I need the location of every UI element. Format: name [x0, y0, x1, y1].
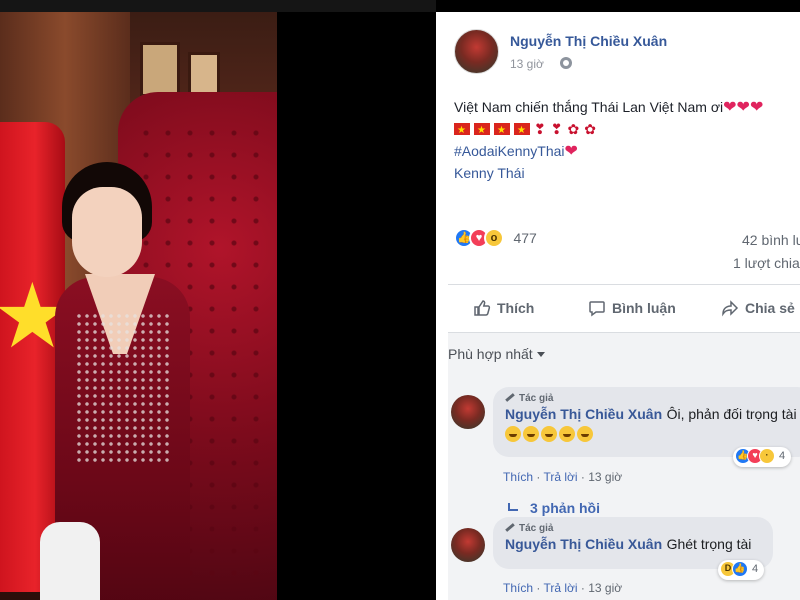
author-badge-label: Tác giả	[519, 393, 554, 404]
comment-list: Tác giả Nguyễn Thị Chiều Xuân Ôi, phản đ…	[448, 383, 800, 600]
thumbs-up-icon	[474, 300, 491, 316]
comment-reply-link[interactable]: Trả lời	[543, 470, 577, 484]
vietnam-flag-icon	[474, 120, 490, 142]
comment-meta: Thích · Trả lời · 13 giờ	[503, 581, 623, 595]
comment-time[interactable]: 13 giờ	[588, 470, 622, 484]
wow-reaction-icon: o	[484, 228, 504, 248]
crying-laughing-emoji-icon	[523, 426, 539, 442]
like-reaction-icon: 👍	[732, 561, 748, 577]
author-badge-label: Tác giả	[519, 523, 554, 534]
post-photo[interactable]: ★	[0, 0, 436, 600]
crying-laughing-emoji-icon	[505, 426, 521, 442]
view-replies-link[interactable]: 3 phản hồi	[508, 500, 600, 516]
comment-button[interactable]: Bình luận	[588, 287, 676, 329]
balloon-heart-icon: ❣	[550, 121, 563, 137]
like-button-label: Thích	[497, 300, 535, 316]
comment-avatar[interactable]	[451, 528, 485, 562]
replies-label: 3 phản hồi	[530, 500, 600, 516]
comment-text: Ôi, phản đối trọng tài	[666, 406, 797, 422]
comment-count[interactable]: 42 bình luận	[742, 232, 800, 248]
divider	[448, 284, 800, 285]
comment-text: Ghét trọng tài	[666, 536, 752, 552]
crying-laughing-emoji-icon	[541, 426, 557, 442]
emoji-line: ❣❣✿✿	[454, 118, 800, 142]
post-text: Việt Nam chiến thắng Thái Lan Việt Nam ơ…	[454, 96, 800, 184]
comment-like-link[interactable]: Thích	[503, 470, 533, 484]
heart-emoji-icon: ❤	[723, 99, 737, 116]
crying-laughing-emoji-icon	[577, 426, 593, 442]
comment-author[interactable]: Nguyễn Thị Chiều Xuân	[505, 406, 662, 422]
crying-laughing-emoji-icon	[559, 426, 575, 442]
comment-button-label: Bình luận	[612, 300, 676, 316]
sort-label: Phù hợp nhất	[448, 346, 533, 362]
share-count[interactable]: 1 lượt chia sẻ	[733, 255, 800, 271]
heart-emoji-icon: ❤	[564, 143, 578, 160]
comment-icon	[589, 301, 605, 317]
comment-reactions[interactable]: 👍 ♥ · 4	[733, 447, 792, 467]
reaction-count[interactable]: 477	[513, 230, 536, 246]
sad-reaction-icon: ·	[759, 448, 775, 464]
author-badge: Tác giả	[505, 393, 800, 404]
balloon-heart-icon: ❣	[534, 121, 546, 137]
comment-reaction-count: 4	[752, 563, 759, 575]
comment-meta: Thích · Trả lời · 13 giờ	[503, 470, 623, 484]
comment-like-link[interactable]: Thích	[503, 581, 533, 595]
comment-time[interactable]: 13 giờ	[588, 581, 622, 595]
comment-reactions[interactable]: D 👍 4	[718, 560, 765, 580]
pen-icon	[505, 393, 515, 402]
comment-author[interactable]: Nguyễn Thị Chiều Xuân	[505, 536, 662, 552]
hashtag-link[interactable]: #AodaiKennyThai	[454, 143, 565, 159]
reply-arrow-icon	[508, 503, 518, 511]
post-action-bar: Thích Bình luận Chia sẻ	[448, 287, 800, 329]
share-button[interactable]: Chia sẻ	[721, 287, 795, 329]
post-author-name[interactable]: Nguyễn Thị Chiều Xuân	[510, 33, 667, 49]
rose-icon: ✿	[567, 121, 580, 137]
photo-top-bar	[0, 0, 436, 12]
heart-emoji-icon: ❤	[749, 99, 764, 116]
comment-sort-dropdown[interactable]: Phù hợp nhất	[448, 346, 545, 362]
vietnam-flag-icon	[494, 120, 510, 142]
share-icon	[722, 300, 739, 317]
tagged-person-link[interactable]: Kenny Thái	[454, 165, 525, 181]
author-badge: Tác giả	[505, 523, 761, 534]
like-button[interactable]: Thích	[473, 287, 534, 329]
author-avatar[interactable]	[454, 29, 499, 74]
vietnam-flag-icon	[454, 120, 470, 142]
post-timestamp[interactable]: 13 giờ	[510, 57, 544, 71]
post-text-line1: Việt Nam chiến thắng Thái Lan Việt Nam ơ…	[454, 99, 724, 115]
comment-sort-bar: Phù hợp nhất	[448, 333, 800, 383]
comment-avatar[interactable]	[451, 395, 485, 429]
vietnam-flag-icon	[514, 120, 530, 142]
pen-icon	[505, 523, 515, 532]
post-panel: Nguyễn Thị Chiều Xuân 13 giờ Việt Nam ch…	[436, 12, 800, 600]
caret-down-icon	[536, 352, 545, 357]
comment-reply-link[interactable]: Trả lời	[543, 581, 577, 595]
globe-icon	[560, 57, 572, 69]
photo-scene: ★	[0, 12, 277, 600]
comment-reaction-count: 4	[779, 450, 786, 462]
share-button-label: Chia sẻ	[745, 300, 795, 316]
heart-emoji-icon: ❤	[736, 99, 750, 116]
rose-icon: ✿	[584, 121, 596, 137]
